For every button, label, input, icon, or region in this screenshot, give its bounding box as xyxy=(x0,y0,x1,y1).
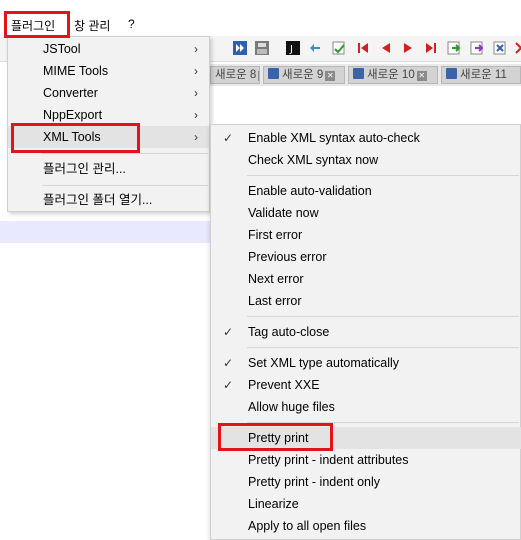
next-error-icon[interactable] xyxy=(400,40,416,56)
convert-icon[interactable] xyxy=(307,40,323,56)
check-icon: ✓ xyxy=(223,131,234,145)
previous-error-icon[interactable] xyxy=(378,40,394,56)
menu-separator xyxy=(42,153,208,154)
menu-item-prevent-xxe[interactable]: ✓ Prevent XXE xyxy=(211,374,521,396)
menu-separator xyxy=(247,175,519,176)
save-disk-icon xyxy=(353,68,364,79)
tab-close-icon[interactable]: ✕ xyxy=(416,71,427,81)
svg-text:J: J xyxy=(289,44,293,55)
tab-label: 새로운 9 xyxy=(282,69,324,81)
macro-play-multiple-icon[interactable] xyxy=(232,40,248,56)
menu-item-pretty-print-indent-only[interactable]: Pretty print - indent only xyxy=(211,471,521,493)
chevron-right-icon: › xyxy=(194,130,198,144)
menu-item-last-error[interactable]: Last error xyxy=(211,290,521,312)
plugins-dropdown: JSTool › MIME Tools › Converter › NppExp… xyxy=(7,36,210,212)
editor-current-line xyxy=(0,221,215,243)
tab-label: 새로운 11 xyxy=(460,69,507,81)
xpath-icon[interactable] xyxy=(492,40,508,56)
menu-item-xml-tools[interactable]: XML Tools › xyxy=(8,126,209,148)
menu-item-previous-error[interactable]: Previous error xyxy=(211,246,521,268)
tab-new-10[interactable]: 새로운 10 ✕ xyxy=(348,66,438,84)
menu-item-check-xml-syntax-now[interactable]: Check XML syntax now xyxy=(211,149,521,171)
linearize-icon[interactable] xyxy=(469,40,485,56)
menu-item-linearize[interactable]: Linearize xyxy=(211,493,521,515)
menu-item-converter[interactable]: Converter › xyxy=(8,82,209,104)
check-icon: ✓ xyxy=(223,378,234,392)
menu-item-next-error[interactable]: Next error xyxy=(211,268,521,290)
xml-tools-submenu: ✓ Enable XML syntax auto-check Check XML… xyxy=(210,124,521,540)
menu-item-tag-auto-close[interactable]: ✓ Tag auto-close xyxy=(211,321,521,343)
tab-label: 새로운 8 xyxy=(215,69,257,81)
last-error-icon[interactable] xyxy=(423,40,439,56)
menu-separator xyxy=(247,316,519,317)
menu-help[interactable]: ? xyxy=(128,17,135,31)
menu-separator xyxy=(247,347,519,348)
menu-separator xyxy=(42,185,208,186)
close-xml-icon[interactable] xyxy=(513,40,521,56)
menu-item-nppexport[interactable]: NppExport › xyxy=(8,104,209,126)
menu-item-allow-huge-files[interactable]: Allow huge files xyxy=(211,396,521,418)
jstool-icon[interactable]: J xyxy=(285,40,301,56)
tab-new-11[interactable]: 새로운 11 xyxy=(441,66,521,84)
menu-window-manager[interactable]: 창 관리 xyxy=(74,17,110,34)
save-disk-icon xyxy=(446,68,457,79)
menu-item-enable-xml-syntax-auto-check[interactable]: ✓ Enable XML syntax auto-check xyxy=(211,127,521,149)
check-syntax-icon[interactable] xyxy=(331,40,347,56)
chevron-right-icon: › xyxy=(194,108,198,122)
menu-item-open-plugins-folder[interactable]: 플러그인 폴더 열기... xyxy=(8,189,209,211)
menu-item-set-xml-type-automatically[interactable]: ✓ Set XML type automatically xyxy=(211,352,521,374)
tab-close-icon[interactable]: ✕ xyxy=(325,71,336,81)
tab-label: 새로운 10 xyxy=(367,69,415,81)
menu-item-first-error[interactable]: First error xyxy=(211,224,521,246)
chevron-right-icon: › xyxy=(194,42,198,56)
chevron-right-icon: › xyxy=(194,64,198,78)
check-icon: ✓ xyxy=(223,356,234,370)
tab-close-icon[interactable]: ✕ xyxy=(258,71,259,81)
menu-item-enable-auto-validation[interactable]: Enable auto-validation xyxy=(211,180,521,202)
save-macro-icon[interactable] xyxy=(254,40,270,56)
pretty-print-icon[interactable] xyxy=(446,40,462,56)
check-icon: ✓ xyxy=(223,325,234,339)
menu-bar: 플러그인 창 관리 ? xyxy=(0,14,521,36)
save-disk-icon xyxy=(268,68,279,79)
menu-item-pretty-print-indent-attributes[interactable]: Pretty print - indent attributes xyxy=(211,449,521,471)
menu-item-jstool[interactable]: JSTool › xyxy=(8,38,209,60)
tab-new-9[interactable]: 새로운 9 ✕ xyxy=(263,66,345,84)
menu-separator xyxy=(247,422,519,423)
first-error-icon[interactable] xyxy=(355,40,371,56)
menu-item-plugin-manager[interactable]: 플러그인 관리... xyxy=(8,158,209,180)
menu-item-apply-to-all-open-files[interactable]: Apply to all open files xyxy=(211,515,521,537)
chevron-right-icon: › xyxy=(194,86,198,100)
menu-item-mime-tools[interactable]: MIME Tools › xyxy=(8,60,209,82)
menu-plugins[interactable]: 플러그인 xyxy=(11,17,55,34)
tab-new-8[interactable]: 새로운 8✕ xyxy=(210,66,260,84)
menu-item-pretty-print[interactable]: Pretty print xyxy=(211,427,521,449)
menu-item-validate-now[interactable]: Validate now xyxy=(211,202,521,224)
